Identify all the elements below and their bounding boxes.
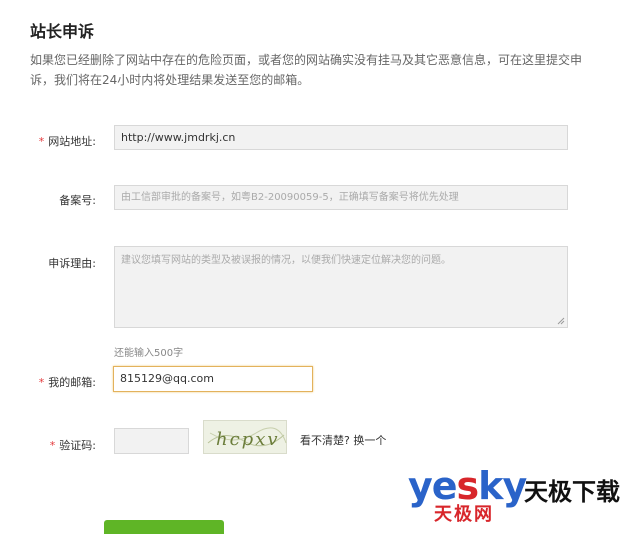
reason-textarea[interactable]: 建议您填写网站的类型及被误报的情况，以便我们快速定位解决您的问题。 xyxy=(114,246,568,328)
email-input[interactable]: 815129@qq.com xyxy=(113,366,313,392)
icp-label: 备案号: xyxy=(0,192,96,208)
required-mark: * xyxy=(38,376,45,389)
captcha-graphic: hcpxv xyxy=(207,427,287,450)
email-label: * 我的邮箱: xyxy=(0,374,96,390)
captcha-image[interactable]: hcpxv xyxy=(203,420,287,454)
captcha-refresh-link[interactable]: 换一个 xyxy=(353,434,386,447)
captcha-text: hcpxv xyxy=(216,429,280,450)
website-label: * 网站地址: xyxy=(0,133,96,149)
tianji-download-text: 天极下载 xyxy=(524,478,620,506)
icp-input[interactable]: 由工信部审批的备案号，如粤B2-20090059-5，正确填写备案号将优先处理 xyxy=(114,185,568,210)
icp-label-text: 备案号: xyxy=(59,194,96,207)
reason-label: 申诉理由: xyxy=(0,255,96,271)
reason-placeholder: 建议您填写网站的类型及被误报的情况，以便我们快速定位解决您的问题。 xyxy=(121,255,451,266)
intro-text: 如果您已经删除了网站中存在的危险页面，或者您的网站确实没有挂马及其它恶意信息，可… xyxy=(30,53,583,87)
required-mark: * xyxy=(49,439,56,452)
website-label-text: 网站地址: xyxy=(48,135,96,148)
required-mark: * xyxy=(38,135,45,148)
page-title: 站长申诉 xyxy=(30,22,95,41)
tianji-net-text: 天极网 xyxy=(434,504,494,525)
captcha-label: * 验证码: xyxy=(0,437,96,453)
resize-grip-icon[interactable] xyxy=(557,317,565,325)
captcha-links: 看不清楚? 换一个 xyxy=(300,432,386,448)
website-input[interactable]: http://www.jmdrkj.cn xyxy=(114,125,568,150)
captcha-label-text: 验证码: xyxy=(59,439,96,452)
email-label-text: 我的邮箱: xyxy=(48,376,96,389)
char-count-hint: 还能输入500字 xyxy=(114,348,184,359)
reason-label-text: 申诉理由: xyxy=(48,257,96,270)
yesky-watermark-logo: yesky 天极网 天极下载 xyxy=(408,466,620,526)
captcha-unclear-link[interactable]: 看不清楚? xyxy=(300,434,350,447)
captcha-input[interactable] xyxy=(114,428,189,454)
